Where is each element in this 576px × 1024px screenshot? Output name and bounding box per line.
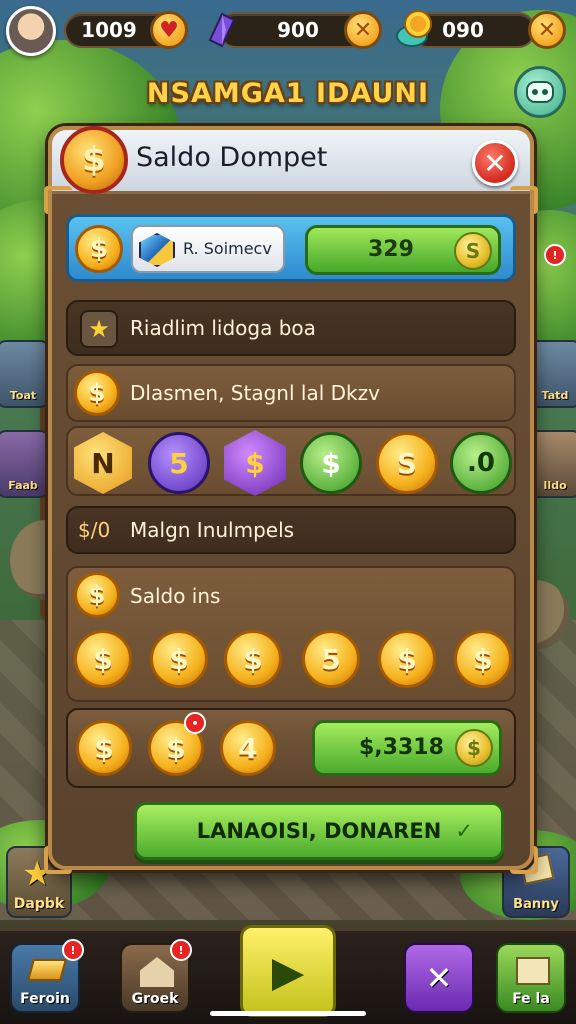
coin-icon: $ <box>74 370 120 416</box>
side-item-label: Tatd <box>541 389 569 402</box>
total-row: $ $ • 4 $,3318 $ <box>66 708 516 788</box>
nav-button-fela[interactable]: Fe la <box>496 943 566 1013</box>
coin-icon[interactable]: S <box>376 432 438 494</box>
home-indicator <box>210 1011 366 1016</box>
frame-corner <box>510 846 538 874</box>
coin-icon: $ <box>60 126 128 194</box>
list-item[interactable]: $ Dlasmen, Stagnl lal Dkzv <box>66 364 516 422</box>
add-gems-button[interactable]: ✕ <box>344 11 382 49</box>
list-item-label: Dlasmen, Stagnl lal Dkzv <box>130 381 380 405</box>
side-item-left-1[interactable]: Toat <box>0 340 50 408</box>
check-icon: ✓ <box>455 819 473 843</box>
side-item-label: Dapbk <box>13 896 65 912</box>
player-avatar[interactable] <box>6 6 56 56</box>
nav-button-close[interactable]: ✕ <box>404 943 474 1013</box>
coin-icon[interactable]: $ <box>224 630 282 688</box>
chat-helper-button[interactable] <box>514 66 566 118</box>
coin-icon: $ <box>74 572 120 618</box>
zone-title: NSAMGA1 IDAUNI <box>146 78 430 109</box>
green-dollar-coin-icon[interactable]: $ <box>300 432 362 494</box>
coin-icon[interactable]: $ <box>74 630 132 688</box>
list-item-prefix: $/0 <box>78 518 111 542</box>
purple-coin-icon[interactable]: 5 <box>148 432 210 494</box>
close-icon: ✕ <box>425 959 453 997</box>
action-button-label: LANAOISI, DONAREN <box>196 819 442 843</box>
balance-row: $ R. Soimecv 329 S <box>66 214 516 282</box>
bottom-nav-bar: Feroin ! Groek ! ▶ ✕ Fe la <box>0 925 576 1024</box>
robot-face-icon <box>526 81 554 103</box>
dialog-title: Saldo Dompet <box>136 142 328 173</box>
coin-icon[interactable]: $ <box>378 630 436 688</box>
side-item-label: Banny <box>513 897 559 912</box>
list-item-label: Riadlim lidoga boa <box>130 316 316 340</box>
green-coin-icon[interactable]: .0 <box>450 432 512 494</box>
confirm-action-button[interactable]: LANAOISI, DONAREN ✓ <box>134 802 504 860</box>
close-icon: ✕ <box>483 146 507 180</box>
side-item-right-1[interactable]: Tatd <box>528 340 576 408</box>
add-icon: ✕ <box>537 17 557 43</box>
side-item-label: Faab <box>8 479 38 492</box>
crate-icon <box>516 957 550 985</box>
side-item-right-2[interactable]: Ildo <box>528 430 576 498</box>
frame-corner <box>44 186 72 214</box>
list-item[interactable]: ★ Riadlim lidoga boa <box>66 300 516 356</box>
play-icon: ▶ <box>271 946 305 996</box>
balance-amount: 329 <box>368 237 414 262</box>
nav-label: Fe la <box>512 991 550 1007</box>
side-item-label: Toat <box>9 389 37 402</box>
token-row: N 5 $ $ S .0 <box>66 426 516 496</box>
total-amount-pill: $,3318 $ <box>312 720 502 776</box>
coin-icon[interactable]: $ <box>150 630 208 688</box>
coin-icon[interactable]: $ <box>454 630 512 688</box>
add-icon: ✕ <box>353 17 373 43</box>
frame-corner <box>44 846 72 874</box>
play-button[interactable]: ▶ <box>240 925 336 1017</box>
notification-badge: ! <box>170 939 192 961</box>
notification-badge: ! <box>544 244 566 266</box>
nav-label: Groek <box>131 991 179 1007</box>
coin-icon[interactable]: 4 <box>220 720 276 776</box>
coin-icon: S <box>454 232 492 270</box>
top-resource-bar: 1009 ♥ 900 ✕ 090 ✕ <box>0 4 576 56</box>
notification-badge: • <box>184 712 206 734</box>
side-item-left-2[interactable]: Faab <box>0 430 50 498</box>
n-badge-icon[interactable]: N <box>74 432 132 494</box>
notification-badge: ! <box>62 939 84 961</box>
balance-amount-pill: 329 S <box>305 225 501 275</box>
coin-icon: $ <box>75 225 123 273</box>
star-icon: ★ <box>80 310 118 348</box>
close-button[interactable]: ✕ <box>472 140 518 186</box>
coin-icon: $ <box>455 729 493 767</box>
gem-icon <box>200 10 240 50</box>
gold-bar-icon <box>27 959 67 981</box>
account-name: R. Soimecv <box>183 239 272 258</box>
total-amount: $,3318 <box>359 735 444 760</box>
coin-icon[interactable]: 5 <box>302 630 360 688</box>
account-name-field[interactable]: R. Soimecv <box>131 225 285 273</box>
coin-stack-icon <box>392 6 438 52</box>
house-icon <box>140 957 174 987</box>
nav-label: Feroin <box>20 991 70 1007</box>
list-item-label: Malgn Inulmpels <box>130 518 295 542</box>
list-item[interactable]: $/0 Malgn Inulmpels <box>66 506 516 554</box>
add-coins-button[interactable]: ✕ <box>528 11 566 49</box>
purple-gem-coin-icon[interactable]: $ <box>224 430 286 496</box>
side-item-label: Ildo <box>543 479 567 492</box>
coin-grid-section: $ Saldo ins $ $ $ 5 $ $ <box>66 566 516 702</box>
frame-corner <box>510 186 538 214</box>
gem-icon <box>139 233 175 267</box>
section-label: Saldo ins <box>130 584 221 608</box>
coin-icon[interactable]: $ <box>76 720 132 776</box>
add-hearts-button[interactable]: ♥ <box>150 11 188 49</box>
heart-icon: ♥ <box>159 17 179 43</box>
wallet-balance-dialog: $ Saldo Dompet ✕ $ R. Soimecv 329 S ★ Ri… <box>44 126 538 874</box>
dialog-header: $ Saldo Dompet ✕ <box>52 126 530 194</box>
